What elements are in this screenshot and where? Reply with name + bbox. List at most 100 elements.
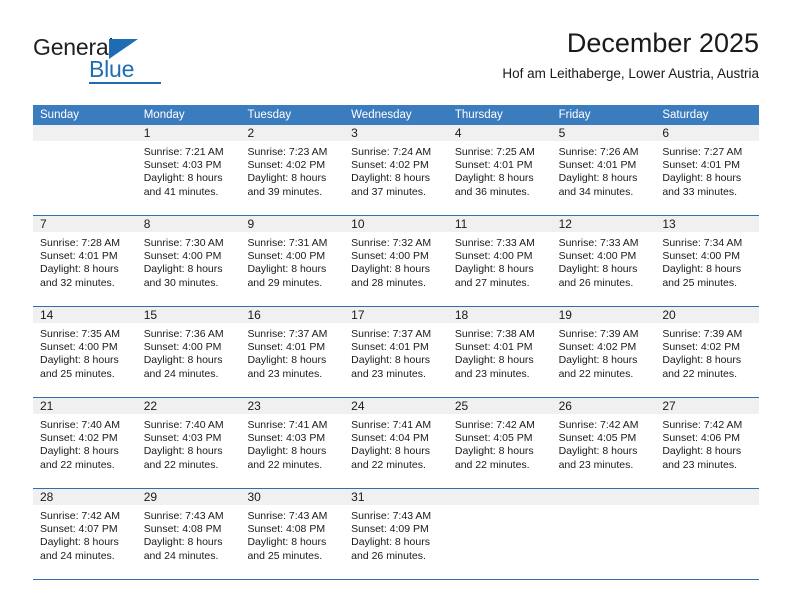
calendar-day-cell[interactable]: 13 Sunrise: 7:34 AM Sunset: 4:00 PM Dayligh… [655,216,760,306]
calendar-day-cell[interactable]: 22 Sunrise: 7:40 AM Sunset: 4:03 PM Dayligh… [136,398,241,488]
day-sun-info: Sunrise: 7:24 AM Sunset: 4:02 PM Daylight:… [344,141,448,199]
day-info-line: and 22 minutes. [143,458,219,471]
calendar-day-cell[interactable]: 15 Sunrise: 7:36 AM Sunset: 4:00 PM Dayligh… [136,307,241,397]
day-info-line: Sunset: 4:05 PM [454,432,533,445]
day-info-line: Daylight: 8 hours [143,536,223,549]
weekday-header-monday: Monday [143,109,185,121]
day-info-line: and 30 minutes. [143,276,219,289]
day-number: 17 [351,308,365,322]
day-sun-info: Sunrise: 7:32 AM Sunset: 4:00 PM Daylight:… [344,232,448,290]
day-info-line: Sunset: 4:09 PM [351,523,429,536]
day-number: 14 [40,308,54,322]
day-info-line: Sunrise: 7:43 AM [247,510,328,522]
day-number-band [33,125,137,141]
calendar-day-cell[interactable]: 2 Sunrise: 7:23 AM Sunset: 4:02 PM Daylight… [240,125,345,215]
calendar-day-cell[interactable]: 28 Sunrise: 7:42 AM Sunset: 4:07 PM Dayligh… [33,489,137,579]
calendar-day-cell[interactable]: 26 Sunrise: 7:42 AM Sunset: 4:05 PM Dayligh… [551,398,656,488]
day-sun-info: Sunrise: 7:43 AM Sunset: 4:09 PM Daylight:… [344,505,448,563]
calendar-day-cell[interactable]: 24 Sunrise: 7:41 AM Sunset: 4:04 PM Dayligh… [344,398,448,488]
day-number: 19 [558,308,572,322]
day-info-line: and 23 minutes. [662,458,738,471]
day-info-line: and 28 minutes. [351,276,426,289]
calendar-day-cell[interactable]: 27 Sunrise: 7:42 AM Sunset: 4:06 PM Dayligh… [655,398,760,488]
day-info-line: Daylight: 8 hours [40,445,119,458]
calendar-day-cell[interactable]: 23 Sunrise: 7:41 AM Sunset: 4:03 PM Dayligh… [240,398,345,488]
day-info-line: Sunrise: 7:42 AM [558,419,639,431]
calendar-day-cell[interactable]: 16 Sunrise: 7:37 AM Sunset: 4:01 PM Dayligh… [240,307,345,397]
day-sun-info: Sunrise: 7:41 AM Sunset: 4:03 PM Daylight:… [240,414,344,472]
calendar-day-cell[interactable]: 30 Sunrise: 7:43 AM Sunset: 4:08 PM Dayligh… [240,489,345,579]
calendar-day-cell[interactable]: 12 Sunrise: 7:33 AM Sunset: 4:00 PM Dayligh… [551,216,656,306]
calendar-day-cell[interactable]: 20 Sunrise: 7:39 AM Sunset: 4:02 PM Dayligh… [655,307,760,397]
day-info-line: Daylight: 8 hours [662,263,742,276]
day-info-line: and 26 minutes. [351,549,426,562]
calendar-day-cell[interactable]: 31 Sunrise: 7:43 AM Sunset: 4:09 PM Dayligh… [344,489,448,579]
calendar-day-cell[interactable]: 5 Sunrise: 7:26 AM Sunset: 4:01 PM Daylight… [551,125,656,215]
calendar-day-cell[interactable]: 18 Sunrise: 7:38 AM Sunset: 4:01 PM Dayligh… [447,307,552,397]
day-info-line: Sunset: 4:02 PM [558,341,637,354]
day-info-line: Daylight: 8 hours [558,172,638,185]
calendar-day-cell[interactable]: 17 Sunrise: 7:37 AM Sunset: 4:01 PM Dayligh… [344,307,448,397]
weekday-header-tuesday: Tuesday [247,109,292,121]
calendar-day-cell[interactable]: 19 Sunrise: 7:39 AM Sunset: 4:02 PM Dayligh… [551,307,656,397]
day-info-line: and 33 minutes. [662,185,738,198]
day-info-line: Sunset: 4:02 PM [351,159,429,172]
day-info-line: Daylight: 8 hours [143,172,223,185]
calendar-day-cell[interactable]: 25 Sunrise: 7:42 AM Sunset: 4:05 PM Dayligh… [447,398,552,488]
day-info-line: Daylight: 8 hours [351,445,430,458]
day-info-line: and 22 minutes. [40,458,115,471]
day-number-band [136,216,241,232]
day-info-line: Daylight: 8 hours [662,354,742,367]
calendar-day-cell[interactable]: 21 Sunrise: 7:40 AM Sunset: 4:02 PM Dayligh… [33,398,137,488]
calendar-day-cell[interactable]: 3 Sunrise: 7:24 AM Sunset: 4:02 PM Daylight… [344,125,448,215]
day-number-band [136,125,241,141]
calendar-day-cell[interactable]: 14 Sunrise: 7:35 AM Sunset: 4:00 PM Dayligh… [33,307,137,397]
calendar-day-cell[interactable]: 6 Sunrise: 7:27 AM Sunset: 4:01 PM Daylight… [655,125,760,215]
day-info-line: Sunset: 4:00 PM [558,250,637,263]
day-number-band [551,489,656,505]
day-info-line: Sunset: 4:02 PM [662,341,740,354]
day-number: 3 [351,126,358,140]
day-info-line: Sunset: 4:00 PM [351,250,429,263]
day-info-line: and 34 minutes. [558,185,634,198]
day-info-line: Sunrise: 7:39 AM [662,328,743,340]
day-info-line: Sunrise: 7:41 AM [351,419,432,431]
calendar-day-cell[interactable]: 8 Sunrise: 7:30 AM Sunset: 4:00 PM Daylight… [136,216,241,306]
day-number-band [655,489,760,505]
day-info-line: Sunrise: 7:28 AM [40,237,120,249]
day-info-line: Daylight: 8 hours [351,263,430,276]
day-info-line: and 24 minutes. [143,367,219,380]
day-number: 1 [143,126,151,140]
day-info-line: Sunrise: 7:43 AM [143,510,224,522]
page-title: December 2025 [566,28,759,58]
calendar-day-cell[interactable]: 10 Sunrise: 7:32 AM Sunset: 4:00 PM Dayligh… [344,216,448,306]
day-number: 28 [40,490,54,504]
calendar-day-cell[interactable]: 11 Sunrise: 7:33 AM Sunset: 4:00 PM Dayligh… [447,216,552,306]
day-number: 29 [143,490,158,504]
day-info-line: Daylight: 8 hours [558,263,638,276]
calendar-week-row: 1 Sunrise: 7:21 AM Sunset: 4:03 PM Daylight… [33,125,760,216]
day-info-line: Sunset: 4:03 PM [247,432,326,445]
day-number: 13 [662,217,676,231]
day-info-line: and 27 minutes. [454,276,530,289]
day-info-line: Sunset: 4:00 PM [40,341,118,354]
day-sun-info: Sunrise: 7:37 AM Sunset: 4:01 PM Daylight:… [240,323,344,381]
day-info-line: Daylight: 8 hours [351,354,430,367]
day-sun-info: Sunrise: 7:42 AM Sunset: 4:05 PM Daylight:… [448,414,552,472]
title-block: December 2025 Hof am Leithaberge, Lower … [502,26,759,84]
day-info-line: and 25 minutes. [662,276,738,289]
calendar-day-cell[interactable]: 29 Sunrise: 7:43 AM Sunset: 4:08 PM Dayligh… [136,489,241,579]
day-info-line: Sunset: 4:01 PM [40,250,118,263]
calendar-day-cell[interactable]: 1 Sunrise: 7:21 AM Sunset: 4:03 PM Daylight… [136,125,241,215]
day-sun-info: Sunrise: 7:33 AM Sunset: 4:00 PM Daylight:… [448,232,552,290]
day-info-line: Daylight: 8 hours [143,445,223,458]
day-info-line: Daylight: 8 hours [454,445,534,458]
calendar-day-cell[interactable]: 9 Sunrise: 7:31 AM Sunset: 4:00 PM Daylight… [240,216,345,306]
day-number: 24 [351,399,365,413]
day-info-line: Daylight: 8 hours [40,354,119,367]
day-info-line: Sunrise: 7:34 AM [662,237,743,249]
day-sun-info: Sunrise: 7:26 AM Sunset: 4:01 PM Daylight:… [552,141,656,199]
calendar-day-cell[interactable]: 7 Sunrise: 7:28 AM Sunset: 4:01 PM Daylight… [33,216,137,306]
calendar-day-cell[interactable]: 4 Sunrise: 7:25 AM Sunset: 4:01 PM Daylight… [447,125,552,215]
day-number-band [655,125,760,141]
